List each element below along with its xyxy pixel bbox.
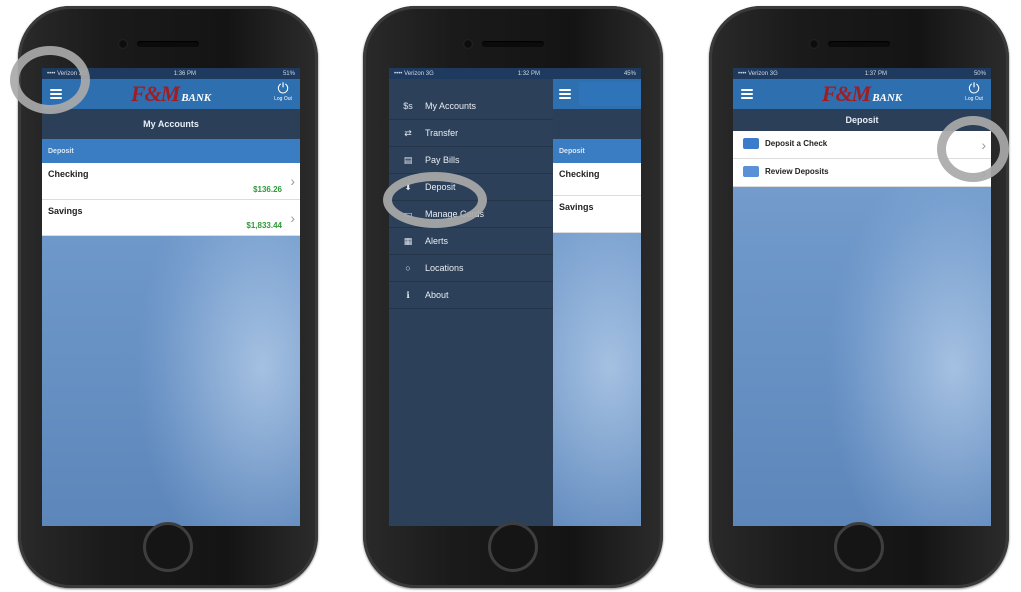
chevron-right-icon: › (981, 136, 986, 153)
clock: 1:36 PM (173, 70, 197, 77)
battery: 50% (973, 70, 986, 77)
peek-subheader (553, 109, 641, 139)
logout-label: Log Out (274, 96, 292, 102)
hamburger-menu-icon[interactable] (739, 86, 755, 102)
status-bar: •••• Verizon 3G 1:32 PM 45% (389, 68, 641, 79)
chevron-right-icon: › (981, 164, 986, 181)
peek-section-header: Deposit (553, 139, 641, 163)
fm-bank-logo: F&M BANK (131, 81, 211, 107)
screen: •••• Verizon 3G 1:36 PM 51% F&M BANK ⏻ L… (42, 68, 300, 526)
menu-item-label: Deposit (425, 182, 456, 192)
menu-item-about[interactable]: ℹ About (389, 282, 553, 309)
menu-item-manage-cards[interactable]: ▭ Manage Cards (389, 201, 553, 228)
menu-item-label: About (425, 290, 449, 300)
earpiece-speaker (828, 41, 890, 47)
side-menu-drawer: $s My Accounts ⇄ Transfer ▤ Pay Bills ⬇ … (389, 79, 553, 526)
menu-item-label: Pay Bills (425, 155, 460, 165)
screen: •••• Verizon 3G 1:37 PM 50% F&M BANK ⏻ L… (733, 68, 991, 526)
account-row-checking[interactable]: Checking $136.26 › (42, 163, 300, 200)
front-camera (118, 39, 128, 49)
carrier: •••• Verizon 3G (738, 70, 778, 77)
account-row-savings[interactable]: Savings $1,833.44 › (42, 200, 300, 236)
menu-item-label: Manage Cards (425, 209, 485, 219)
option-label: Deposit a Check (765, 139, 828, 148)
logo-fm: F&M (130, 81, 180, 106)
account-name: Savings (48, 206, 83, 216)
hamburger-menu-icon[interactable] (557, 86, 573, 102)
logo-bank-text: BANK (181, 92, 212, 104)
peek-account-row[interactable]: Checking (553, 163, 641, 196)
power-icon: ⏻ (277, 80, 289, 96)
page-title: Deposit (733, 109, 991, 131)
clock: 1:32 PM (517, 70, 541, 77)
location-icon: ○ (405, 263, 411, 273)
earpiece-speaker (137, 41, 199, 47)
bill-icon: ▤ (403, 154, 413, 165)
account-balance: $1,833.44 (246, 221, 282, 230)
peek-app-header (553, 79, 641, 109)
section-header: Deposit (42, 139, 300, 163)
app-header: F&M BANK ⏻ Log Out (42, 79, 300, 109)
option-review-deposits[interactable]: Review Deposits › (733, 159, 991, 187)
power-icon: ⏻ (968, 80, 980, 96)
option-deposit-check[interactable]: Deposit a Check › (733, 131, 991, 159)
deposit-icon: ⬇ (404, 181, 412, 192)
menu-item-pay-bills[interactable]: ▤ Pay Bills (389, 147, 553, 174)
hamburger-menu-icon[interactable] (48, 86, 64, 102)
logout-button[interactable]: ⏻ Log Out (961, 80, 987, 103)
phone-my-accounts: •••• Verizon 3G 1:36 PM 51% F&M BANK ⏻ L… (18, 6, 318, 588)
battery: 51% (282, 70, 295, 77)
account-name: Checking (48, 169, 89, 179)
menu-item-label: Locations (425, 263, 464, 273)
menu-item-my-accounts[interactable]: $s My Accounts (389, 93, 553, 120)
chevron-right-icon: › (290, 173, 295, 189)
menu-item-label: Alerts (425, 236, 449, 246)
logout-label: Log Out (965, 96, 983, 102)
menu-item-label: My Accounts (425, 101, 477, 111)
status-bar: •••• Verizon 3G 1:37 PM 50% (733, 68, 991, 79)
menu-item-deposit[interactable]: ⬇ Deposit (389, 174, 553, 201)
logout-button[interactable]: ⏻ Log Out (270, 80, 296, 103)
menu-item-alerts[interactable]: ▦ Alerts (389, 228, 553, 255)
menu-item-label: Transfer (425, 128, 459, 138)
earpiece-speaker (482, 41, 544, 47)
account-name: Checking (559, 169, 600, 179)
fm-bank-logo: F&M BANK (822, 81, 902, 107)
status-bar: •••• Verizon 3G 1:36 PM 51% (42, 68, 300, 79)
card-icon: ▭ (403, 208, 413, 219)
front-camera (809, 39, 819, 49)
front-camera (463, 39, 473, 49)
dollar-icon: $s (403, 101, 413, 111)
menu-item-transfer[interactable]: ⇄ Transfer (389, 120, 553, 147)
phone-deposit: •••• Verizon 3G 1:37 PM 50% F&M BANK ⏻ L… (709, 6, 1009, 588)
account-balance: $136.26 (253, 185, 282, 194)
phone-side-menu: •••• Verizon 3G 1:32 PM 45% Deposit Chec… (363, 6, 663, 588)
carrier: •••• Verizon 3G (47, 70, 87, 77)
menu-item-locations[interactable]: ○ Locations (389, 255, 553, 282)
review-deposits-icon (743, 166, 759, 177)
screen: •••• Verizon 3G 1:32 PM 45% Deposit Chec… (389, 68, 641, 526)
clock: 1:37 PM (864, 70, 888, 77)
logo-bank-text: BANK (872, 92, 903, 104)
carrier: •••• Verizon 3G (394, 70, 434, 77)
transfer-icon: ⇄ (404, 127, 412, 138)
battery: 45% (623, 70, 636, 77)
info-icon: ℹ (406, 289, 410, 300)
page-title: My Accounts (42, 109, 300, 139)
home-button[interactable] (143, 522, 193, 572)
app-header: F&M BANK ⏻ Log Out (733, 79, 991, 109)
home-button[interactable] (488, 522, 538, 572)
option-label: Review Deposits (765, 167, 829, 176)
logo-fm: F&M (821, 81, 871, 106)
alerts-icon: ▦ (403, 235, 413, 246)
account-name: Savings (559, 202, 594, 212)
home-button[interactable] (834, 522, 884, 572)
chevron-right-icon: › (290, 209, 295, 226)
deposit-check-icon (743, 138, 759, 149)
peek-account-row[interactable]: Savings (553, 196, 641, 233)
header-logo-area (579, 82, 641, 106)
